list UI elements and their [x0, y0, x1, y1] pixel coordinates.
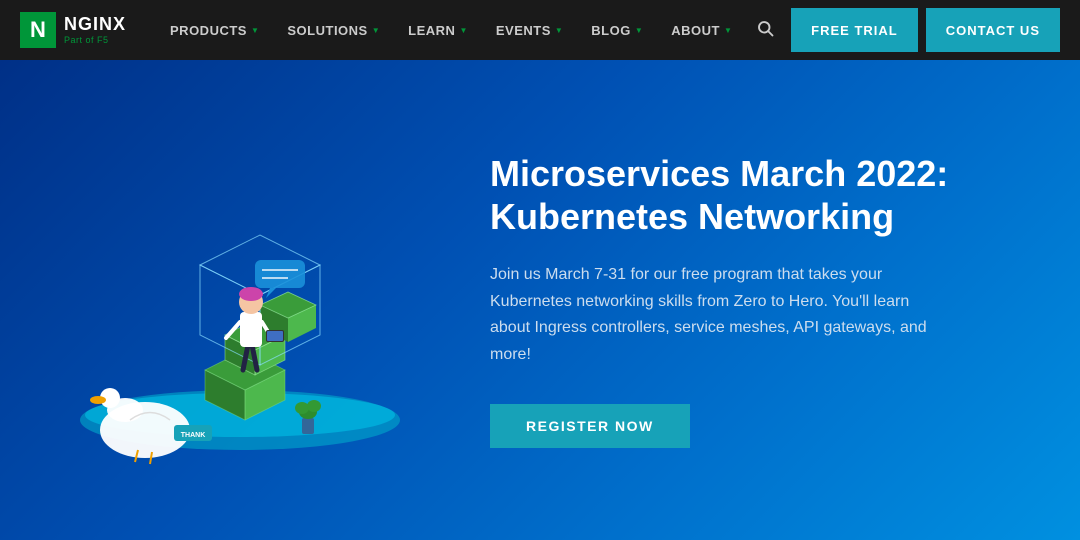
chevron-down-icon: ▼	[724, 26, 732, 35]
brand-name: NGINX	[64, 15, 126, 35]
contact-us-button[interactable]: CONTACT US	[926, 8, 1060, 52]
chevron-down-icon: ▼	[459, 26, 467, 35]
hero-description: Join us March 7-31 for our free program …	[490, 262, 950, 368]
brand-text: NGINX Part of F5	[64, 15, 126, 45]
nav-item-about[interactable]: ABOUT ▼	[657, 0, 746, 60]
nav-buttons: FREE TRIAL CONTACT US	[791, 8, 1060, 52]
svg-text:THANK: THANK	[181, 432, 206, 439]
nav-item-blog[interactable]: BLOG ▼	[577, 0, 657, 60]
hero-illustration: THANK	[30, 90, 450, 510]
chevron-down-icon: ▼	[635, 26, 643, 35]
brand-tagline: Part of F5	[64, 35, 126, 45]
free-trial-button[interactable]: FREE TRIAL	[791, 8, 918, 52]
chevron-down-icon: ▼	[555, 26, 563, 35]
nav-links: PRODUCTS ▼ SOLUTIONS ▼ LEARN ▼ EVENTS ▼ …	[156, 0, 791, 60]
hero-title: Microservices March 2022: Kubernetes Net…	[490, 152, 950, 238]
logo-box: N	[20, 12, 56, 48]
search-icon[interactable]	[746, 19, 784, 42]
nav-item-products[interactable]: PRODUCTS ▼	[156, 0, 273, 60]
nav-item-events[interactable]: EVENTS ▼	[482, 0, 577, 60]
hero-section: THANK Microservices March 2022: Kubernet…	[0, 60, 1080, 540]
chevron-down-icon: ▼	[372, 26, 380, 35]
navbar: N NGINX Part of F5 PRODUCTS ▼ SOLUTIONS …	[0, 0, 1080, 60]
nav-item-solutions[interactable]: SOLUTIONS ▼	[273, 0, 394, 60]
register-now-button[interactable]: REGISTER NOW	[490, 404, 690, 448]
nav-item-learn[interactable]: LEARN ▼	[394, 0, 482, 60]
brand-logo[interactable]: N NGINX Part of F5	[20, 12, 126, 48]
logo-letter: N	[30, 19, 46, 41]
chevron-down-icon: ▼	[251, 26, 259, 35]
hero-content: Microservices March 2022: Kubernetes Net…	[450, 152, 1010, 448]
